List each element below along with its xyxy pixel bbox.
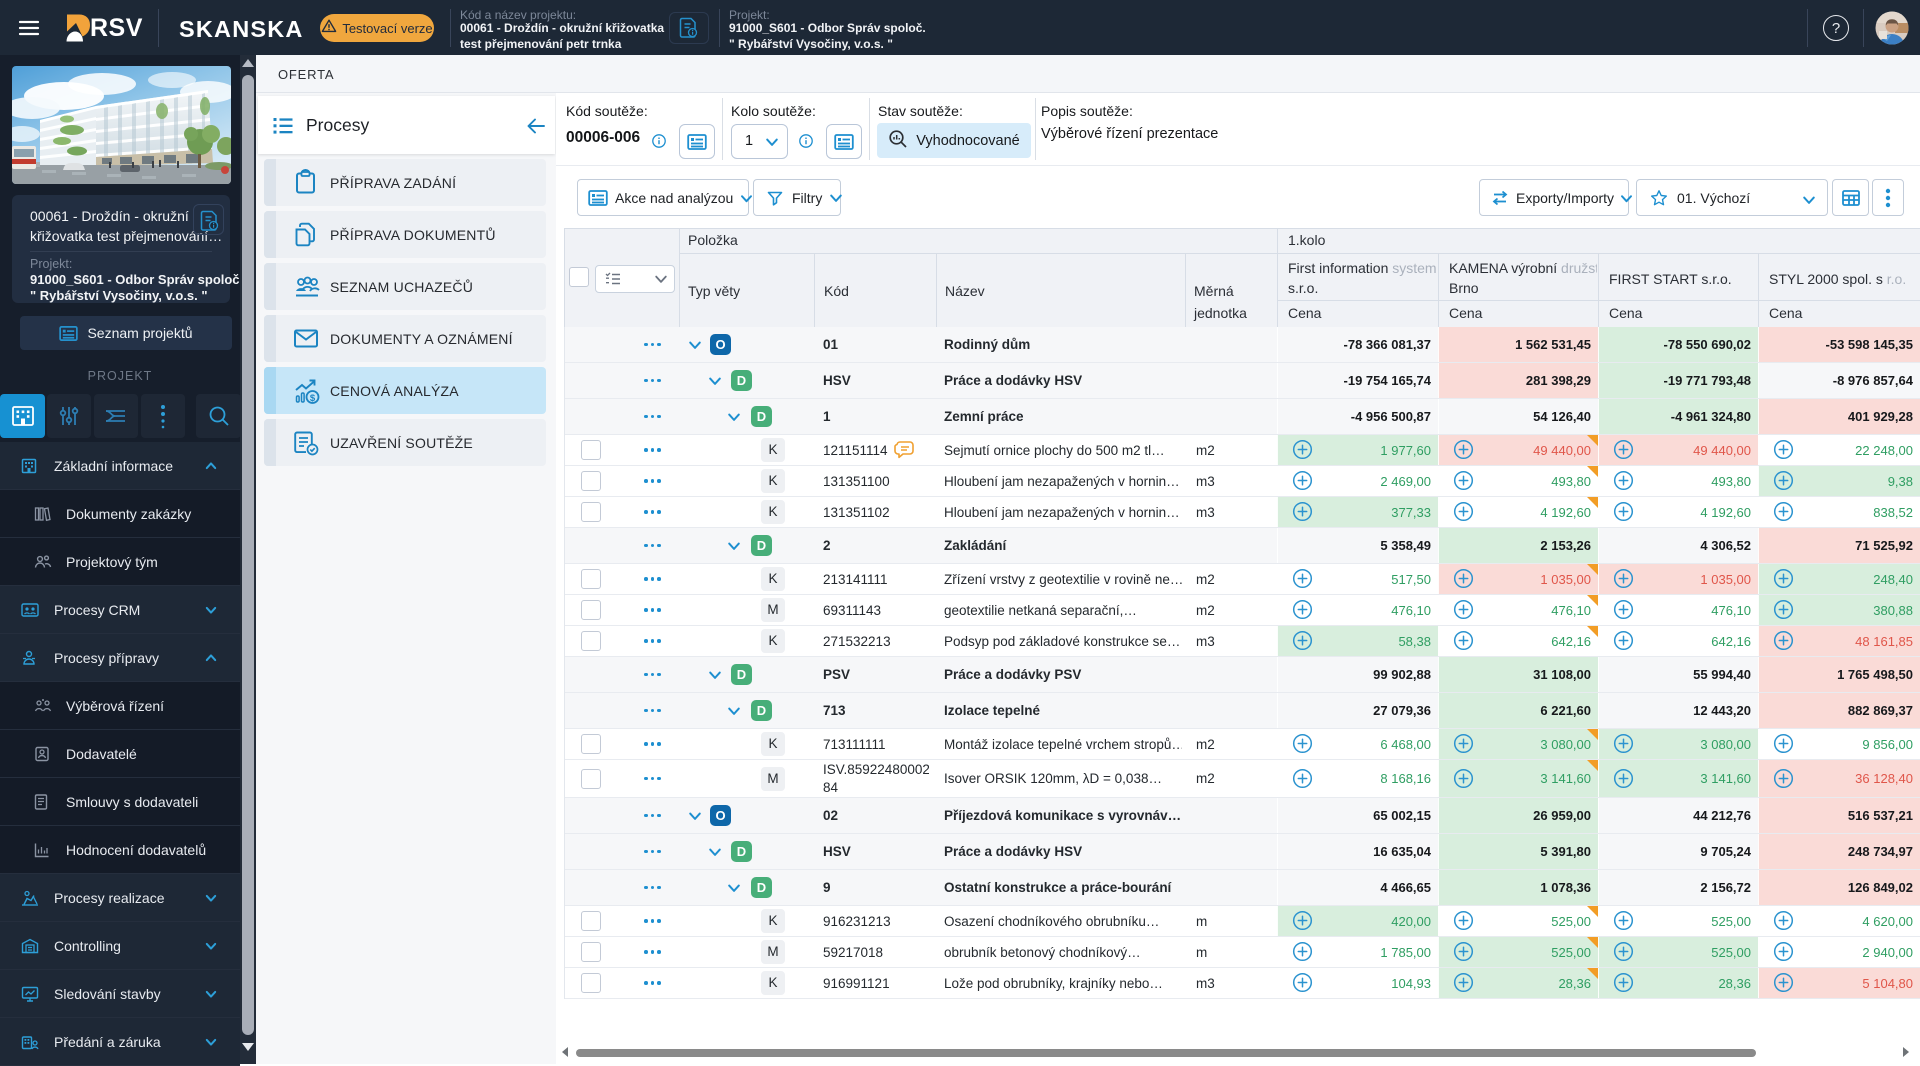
svg-text:$: $ bbox=[310, 393, 316, 404]
